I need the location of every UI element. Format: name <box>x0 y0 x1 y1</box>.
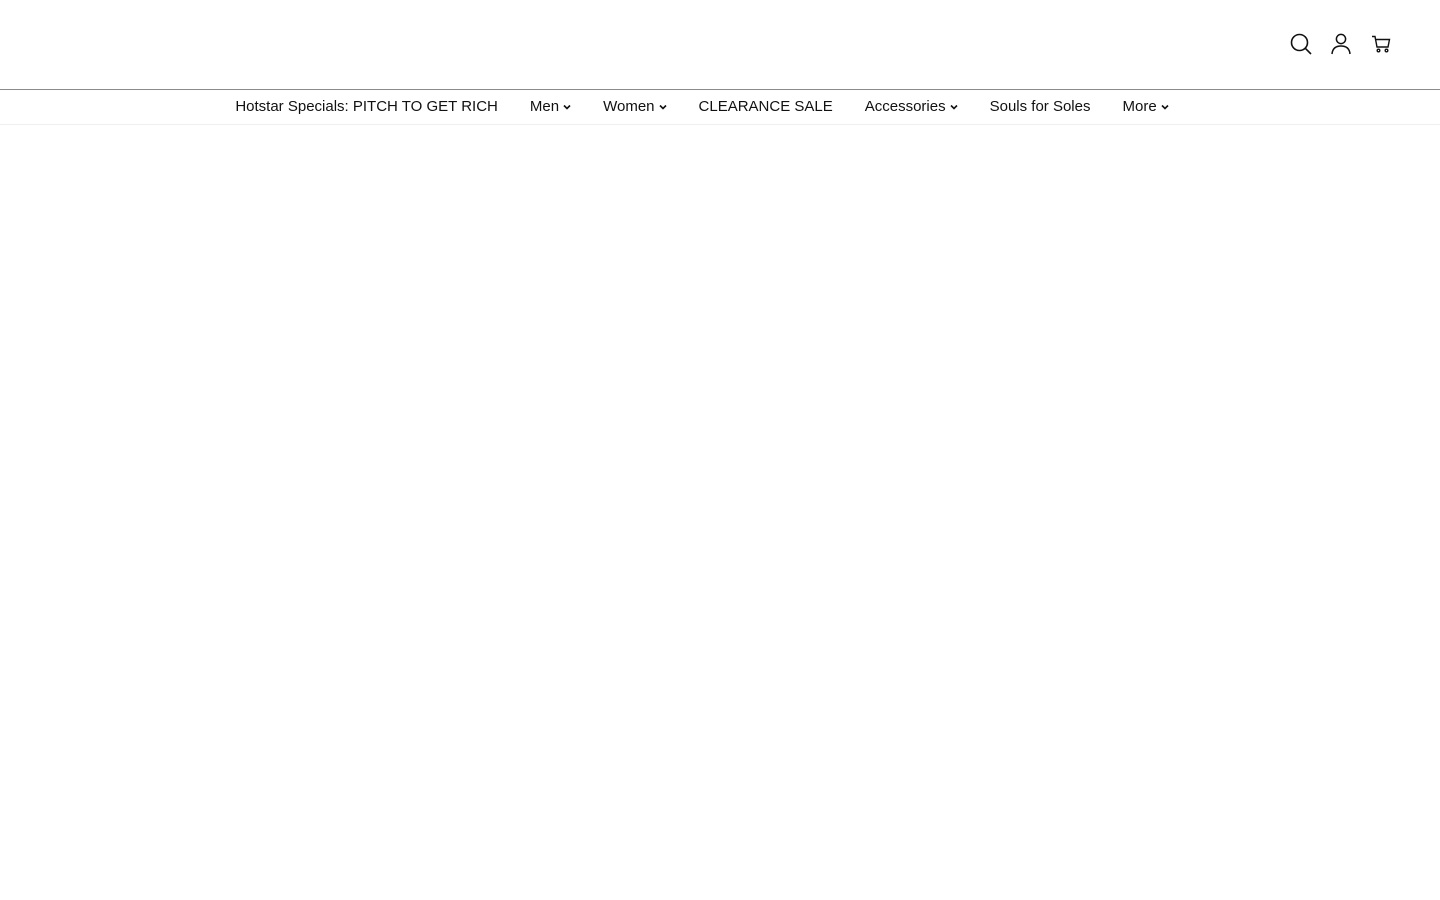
nav-item-women[interactable]: Women <box>603 97 667 117</box>
main-nav: Hotstar Specials: PITCH TO GET RICH Men … <box>0 90 1440 125</box>
header-icons <box>1289 31 1393 57</box>
nav-item-label: Women <box>603 98 655 115</box>
chevron-down-icon <box>1161 104 1169 110</box>
chevron-down-icon <box>950 104 958 110</box>
nav-item-label: More <box>1122 98 1157 115</box>
nav-item-men[interactable]: Men <box>530 97 571 117</box>
nav-item-more[interactable]: More <box>1122 97 1169 117</box>
account-icon[interactable] <box>1329 31 1353 57</box>
nav-item-souls-for-soles[interactable]: Souls for Soles <box>990 97 1091 117</box>
cart-icon[interactable] <box>1369 31 1393 57</box>
page-body <box>0 125 1440 899</box>
nav-item-accessories[interactable]: Accessories <box>865 97 958 117</box>
nav-item-label: Men <box>529 98 560 115</box>
nav-item-label: Souls for Soles <box>989 98 1091 115</box>
chevron-down-icon <box>658 104 667 110</box>
nav-item-hotstar-specials[interactable]: Hotstar Specials: PITCH TO GET RICH <box>235 97 498 117</box>
nav-list: Hotstar Specials: PITCH TO GET RICH Men … <box>235 97 1169 117</box>
site-header <box>0 0 1440 90</box>
nav-item-label: Hotstar Specials: PITCH TO GET RICH <box>235 98 498 115</box>
nav-item-label: Accessories <box>864 98 946 115</box>
search-icon[interactable] <box>1289 31 1313 57</box>
nav-item-label: CLEARANCE SALE <box>698 98 833 115</box>
nav-item-clearance-sale[interactable]: CLEARANCE SALE <box>699 97 833 117</box>
chevron-down-icon <box>563 104 571 110</box>
